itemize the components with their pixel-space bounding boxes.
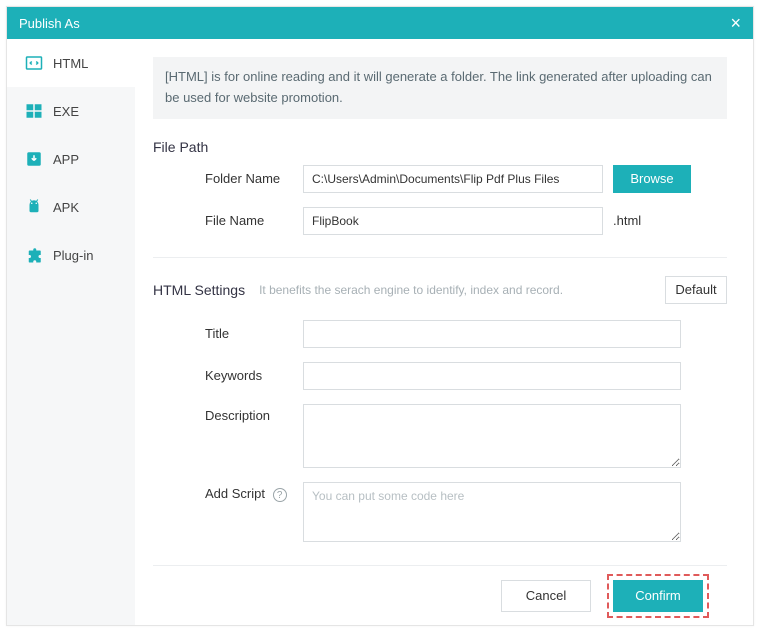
sidebar-item-app[interactable]: APP bbox=[7, 135, 135, 183]
sidebar-item-plugin[interactable]: Plug-in bbox=[7, 231, 135, 279]
add-script-input[interactable] bbox=[303, 482, 681, 542]
folder-name-label: Folder Name bbox=[153, 171, 303, 186]
default-button[interactable]: Default bbox=[665, 276, 727, 304]
help-icon[interactable]: ? bbox=[273, 488, 287, 502]
confirm-highlight: Confirm bbox=[607, 574, 709, 618]
close-icon[interactable]: × bbox=[730, 14, 741, 32]
section-filepath-title: File Path bbox=[153, 139, 727, 155]
footer: Cancel Confirm bbox=[153, 565, 727, 625]
sidebar-item-label: HTML bbox=[53, 56, 88, 71]
android-icon bbox=[25, 198, 43, 216]
html-icon bbox=[25, 54, 43, 72]
keywords-input[interactable] bbox=[303, 362, 681, 390]
sidebar-item-label: APP bbox=[53, 152, 79, 167]
sidebar-item-label: Plug-in bbox=[53, 248, 93, 263]
sidebar-item-apk[interactable]: APK bbox=[7, 183, 135, 231]
settings-hint: It benefits the serach engine to identif… bbox=[259, 283, 651, 297]
divider bbox=[153, 257, 727, 258]
info-box: [HTML] is for online reading and it will… bbox=[153, 57, 727, 119]
file-name-input[interactable] bbox=[303, 207, 603, 235]
sidebar: HTML EXE APP APK bbox=[7, 39, 135, 625]
sidebar-item-label: EXE bbox=[53, 104, 79, 119]
sidebar-item-label: APK bbox=[53, 200, 79, 215]
description-input[interactable] bbox=[303, 404, 681, 468]
titlebar: Publish As × bbox=[7, 7, 753, 39]
download-box-icon bbox=[25, 150, 43, 168]
main-panel: [HTML] is for online reading and it will… bbox=[135, 39, 753, 625]
add-script-label: Add Script ? bbox=[153, 482, 303, 503]
cancel-button[interactable]: Cancel bbox=[501, 580, 591, 612]
puzzle-icon bbox=[25, 246, 43, 264]
window-title: Publish As bbox=[19, 16, 80, 31]
section-settings-title: HTML Settings bbox=[153, 282, 245, 298]
sidebar-item-html[interactable]: HTML bbox=[7, 39, 135, 87]
browse-button[interactable]: Browse bbox=[613, 165, 691, 193]
title-input[interactable] bbox=[303, 320, 681, 348]
file-extension-label: .html bbox=[613, 213, 641, 228]
file-name-label: File Name bbox=[153, 213, 303, 228]
title-label: Title bbox=[153, 326, 303, 341]
description-label: Description bbox=[153, 404, 303, 423]
keywords-label: Keywords bbox=[153, 368, 303, 383]
windows-icon bbox=[25, 102, 43, 120]
folder-name-input[interactable] bbox=[303, 165, 603, 193]
confirm-button[interactable]: Confirm bbox=[613, 580, 703, 612]
sidebar-item-exe[interactable]: EXE bbox=[7, 87, 135, 135]
